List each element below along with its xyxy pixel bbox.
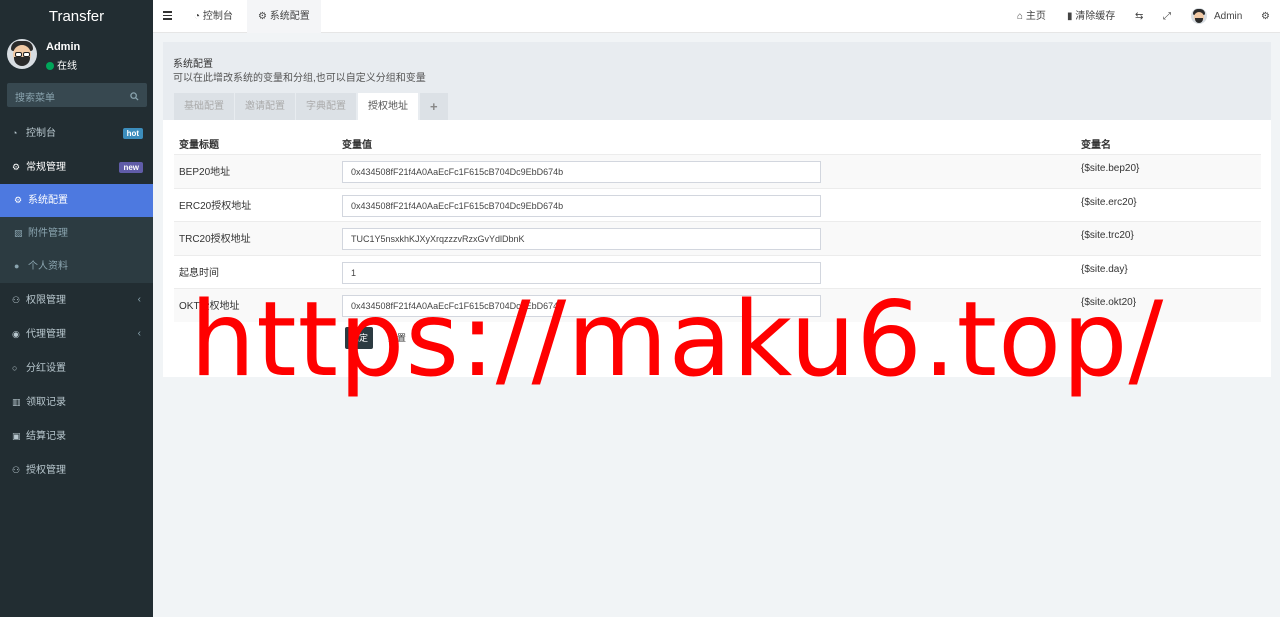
- sidebar: Transfer Admin 在线 搜索菜单 ◔ 控制台 hot ⚙ 常规管理 new …: [0, 0, 153, 617]
- row-title: 起息时间: [179, 268, 219, 279]
- sidebar-item-dividend[interactable]: ○ 分红设置: [0, 351, 153, 385]
- row-title: ERC20授权地址: [179, 201, 252, 212]
- header-avatar[interactable]: [1191, 8, 1207, 24]
- sidebar-item-claim-records[interactable]: ▥ 领取记录: [0, 385, 153, 419]
- row-variable: {$site.trc20}: [1081, 230, 1134, 241]
- home-link[interactable]: ⌂ 主页: [1017, 0, 1046, 33]
- row-variable: {$site.bep20}: [1081, 163, 1140, 174]
- dashboard-icon: ◔: [194, 11, 203, 22]
- money-icon: ▣: [12, 431, 21, 441]
- circle-icon: ○: [12, 363, 18, 373]
- panel-title: 系统配置: [173, 59, 213, 70]
- tab-basic-config[interactable]: 基础配置: [174, 93, 234, 120]
- sidebar-item-agent[interactable]: ◉ 代理管理 ‹: [0, 317, 153, 351]
- user-panel: Admin 在线: [0, 33, 153, 78]
- fullscreen-icon[interactable]: ⤢: [1163, 0, 1171, 33]
- clear-cache-button[interactable]: ▮ 清除缓存: [1067, 0, 1115, 33]
- chevron-left-icon: ‹: [137, 328, 141, 339]
- column-header-title: 变量标题: [179, 140, 219, 151]
- chevron-left-icon: ‹: [137, 294, 141, 305]
- row-title: BEP20地址: [179, 167, 231, 178]
- users-icon: ⚇: [12, 465, 21, 475]
- gear-icon: ⚙: [258, 11, 270, 22]
- sidebar-item-settlement[interactable]: ▣ 结算记录: [0, 419, 153, 453]
- search-placeholder: 搜索菜单: [15, 93, 55, 104]
- gear-icon: ⚙: [14, 195, 23, 205]
- watermark-url: https://maku6.top/: [190, 280, 1165, 400]
- cogs-icon: ⚙: [12, 162, 21, 172]
- sidebar-item-authorization[interactable]: ⚇ 授权管理: [0, 453, 153, 487]
- home-icon: ⌂: [1017, 11, 1026, 22]
- users-icon: ⚇: [12, 295, 21, 305]
- value-input[interactable]: [342, 228, 821, 250]
- user-circle-icon: ◉: [12, 329, 20, 339]
- hot-badge: hot: [122, 128, 143, 139]
- table-row: TRC20授权地址 {$site.trc20}: [174, 221, 1261, 255]
- sidebar-item-system-config[interactable]: ⚙ 系统配置: [0, 184, 153, 217]
- row-title: TRC20授权地址: [179, 234, 251, 245]
- sidebar-item-profile[interactable]: ● 个人资料: [0, 250, 153, 283]
- file-image-icon: ▧: [14, 228, 23, 238]
- sidebar-item-auth[interactable]: ⚇ 权限管理 ‹: [0, 283, 153, 317]
- bar-chart-icon: ▥: [12, 397, 21, 407]
- sidebar-menu: ◔ 控制台 hot ⚙ 常规管理 new ⚙ 系统配置 ▧ 附件管理 ● 个人资料 ⚇ 权限管理…: [0, 116, 153, 487]
- table-row: BEP20地址 {$site.bep20}: [174, 154, 1261, 188]
- tab-dashboard[interactable]: ◔ 控制台: [183, 0, 244, 33]
- cogs-icon[interactable]: ⚙: [1261, 0, 1270, 33]
- panel-subtitle: 可以在此增改系统的变量和分组,也可以自定义分组和变量: [173, 73, 426, 84]
- user-name: Admin: [46, 41, 81, 53]
- dashboard-icon: ◔: [12, 128, 18, 138]
- value-input[interactable]: [342, 161, 821, 183]
- sidebar-item-general[interactable]: ⚙ 常规管理 new: [0, 150, 153, 184]
- panel-heading: 系统配置 可以在此增改系统的变量和分组,也可以自定义分组和变量 基础配置 邀请配…: [163, 42, 1271, 120]
- brand-logo[interactable]: Transfer: [0, 0, 153, 33]
- column-header-name: 变量名: [1081, 140, 1111, 151]
- avatar: [7, 39, 37, 69]
- user-status: 在线: [46, 57, 77, 72]
- user-icon: ●: [14, 261, 20, 271]
- tab-system-config[interactable]: ⚙ 系统配置: [247, 0, 321, 33]
- search-icon[interactable]: [130, 89, 139, 103]
- tab-auth-address[interactable]: 授权地址: [358, 93, 418, 120]
- row-variable: {$site.day}: [1081, 264, 1128, 275]
- row-variable: {$site.erc20}: [1081, 197, 1137, 208]
- sidebar-item-attachments[interactable]: ▧ 附件管理: [0, 217, 153, 250]
- table-row: ERC20授权地址 {$site.erc20}: [174, 188, 1261, 222]
- new-badge: new: [119, 162, 143, 173]
- sidebar-search-input[interactable]: 搜索菜单: [7, 83, 147, 107]
- header-user-name[interactable]: Admin: [1214, 0, 1242, 33]
- sidebar-submenu: ⚙ 系统配置 ▧ 附件管理 ● 个人资料: [0, 184, 153, 283]
- language-icon[interactable]: ⇆: [1135, 0, 1143, 33]
- menu-toggle-icon[interactable]: [163, 11, 172, 22]
- top-header: ◔ 控制台 ⚙ 系统配置 ⌂ 主页 ▮ 清除缓存 ⇆ ⤢ Admin ⚙: [153, 0, 1280, 33]
- online-dot-icon: [46, 62, 54, 70]
- tab-dictionary-config[interactable]: 字典配置: [296, 93, 356, 120]
- sidebar-item-dashboard[interactable]: ◔ 控制台 hot: [0, 116, 153, 150]
- column-header-value: 变量值: [342, 140, 372, 151]
- tab-invite-config[interactable]: 邀请配置: [235, 93, 295, 120]
- add-tab-button[interactable]: +: [420, 93, 448, 120]
- value-input[interactable]: [342, 195, 821, 217]
